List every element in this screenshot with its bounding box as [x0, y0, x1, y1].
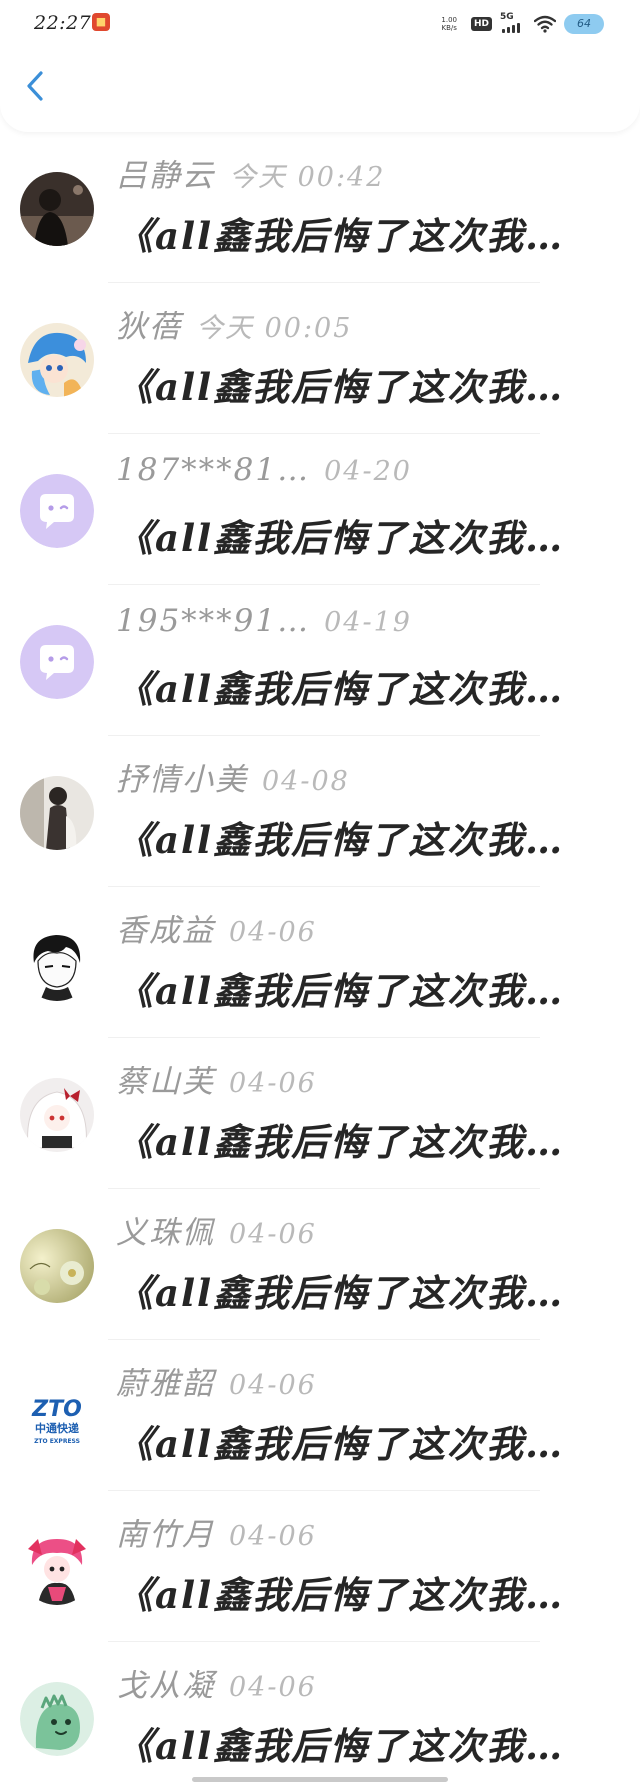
- comment-time: 04-06: [229, 1068, 317, 1099]
- comment-time: 04-06: [229, 1521, 317, 1552]
- commenter-name[interactable]: 吕静云: [116, 150, 215, 195]
- comment-page: 22:27 ■ 1.00 KB/s HD 5G 64 吕静云 今天 00:42 …: [0, 0, 640, 1788]
- comment-time: 04-19: [324, 607, 412, 638]
- avatar[interactable]: [20, 776, 94, 850]
- comment-message: 《all鑫我后悔了这次我…: [116, 214, 565, 258]
- home-indicator[interactable]: [192, 1777, 448, 1782]
- comment-message: 《all鑫我后悔了这次我…: [116, 365, 565, 409]
- comment-message: 《all鑫我后悔了这次我…: [116, 516, 565, 560]
- zto-en: ZTO EXPRESS: [34, 1438, 80, 1445]
- comment-time: 04-06: [229, 1219, 317, 1250]
- status-indicators: 1.00 KB/s HD 5G 64: [441, 12, 604, 36]
- zto-mark: ZTO: [31, 1397, 82, 1422]
- network-speed: 1.00 KB/s: [441, 16, 457, 32]
- avatar[interactable]: [20, 1229, 94, 1303]
- zto-logo-avatar[interactable]: ZTO 中通快递 ZTO EXPRESS: [20, 1380, 94, 1454]
- comment-message: 《all鑫我后悔了这次我…: [116, 667, 565, 711]
- comment-time: 今天 00:42: [229, 162, 386, 193]
- battery-indicator: 64: [564, 14, 604, 34]
- comment-time: 今天 00:05: [196, 313, 353, 344]
- comment-message: 《all鑫我后悔了这次我…: [116, 969, 565, 1013]
- network-type: 5G: [500, 12, 514, 22]
- back-button[interactable]: [20, 70, 50, 106]
- comment-row[interactable]: 蔡山芙 04-06 《all鑫我后悔了这次我…: [0, 1038, 640, 1189]
- comment-time: 04-08: [262, 766, 350, 797]
- default-avatar[interactable]: [20, 625, 94, 699]
- cellular-signal-icon: 5G: [500, 12, 526, 34]
- zto-cn: 中通快递: [35, 1421, 79, 1435]
- comment-time: 04-06: [229, 917, 317, 948]
- commenter-name[interactable]: 义珠佩: [116, 1207, 215, 1252]
- commenter-name[interactable]: 195***91…: [116, 603, 310, 639]
- comment-row[interactable]: 义珠佩 04-06 《all鑫我后悔了这次我…: [0, 1189, 640, 1340]
- status-bar: 22:27 ■ 1.00 KB/s HD 5G 64: [0, 0, 640, 50]
- comment-message: 《all鑫我后悔了这次我…: [116, 1271, 565, 1315]
- comment-message: 《all鑫我后悔了这次我…: [116, 1120, 565, 1164]
- comment-row[interactable]: 戈从凝 04-06 《all鑫我后悔了这次我…: [0, 1642, 640, 1788]
- commenter-name[interactable]: 蔡山芙: [116, 1056, 215, 1101]
- comment-row[interactable]: 狄蓓 今天 00:05 《all鑫我后悔了这次我…: [0, 283, 640, 434]
- comment-row[interactable]: 南竹月 04-06 《all鑫我后悔了这次我…: [0, 1491, 640, 1642]
- comment-message: 《all鑫我后悔了这次我…: [116, 818, 565, 862]
- comment-time: 04-20: [324, 456, 412, 487]
- comment-message: 《all鑫我后悔了这次我…: [116, 1573, 565, 1617]
- status-time: 22:27: [34, 12, 92, 34]
- avatar[interactable]: [20, 927, 94, 1001]
- avatar[interactable]: [20, 1531, 94, 1605]
- commenter-name[interactable]: 香成益: [116, 905, 215, 950]
- comment-row[interactable]: ZTO 中通快递 ZTO EXPRESS 蔚雅韶 04-06 《all鑫我后悔了…: [0, 1340, 640, 1491]
- header: 22:27 ■ 1.00 KB/s HD 5G 64: [0, 0, 640, 132]
- wifi-icon: [534, 15, 556, 33]
- comment-message: 《all鑫我后悔了这次我…: [116, 1724, 565, 1768]
- comment-message: 《all鑫我后悔了这次我…: [116, 1422, 565, 1466]
- avatar[interactable]: [20, 1078, 94, 1152]
- commenter-name[interactable]: 狄蓓: [116, 301, 182, 346]
- comment-row[interactable]: 抒情小美 04-08 《all鑫我后悔了这次我…: [0, 736, 640, 887]
- commenter-name[interactable]: 戈从凝: [116, 1660, 215, 1705]
- comment-time: 04-06: [229, 1672, 317, 1703]
- comment-time: 04-06: [229, 1370, 317, 1401]
- avatar[interactable]: [20, 172, 94, 246]
- hd-badge: HD: [470, 17, 492, 31]
- commenter-name[interactable]: 蔚雅韶: [116, 1358, 215, 1403]
- comment-row[interactable]: 187***81… 04-20 《all鑫我后悔了这次我…: [0, 434, 640, 585]
- comment-row[interactable]: 195***91… 04-19 《all鑫我后悔了这次我…: [0, 585, 640, 736]
- default-avatar[interactable]: [20, 474, 94, 548]
- comment-row[interactable]: 香成益 04-06 《all鑫我后悔了这次我…: [0, 887, 640, 1038]
- network-speed-unit: KB/s: [441, 24, 457, 32]
- chevron-left-icon: [25, 70, 45, 106]
- comment-list: 吕静云 今天 00:42 《all鑫我后悔了这次我… 狄蓓 今天 00:05 《…: [0, 132, 640, 1788]
- commenter-name[interactable]: 南竹月: [116, 1509, 215, 1554]
- app-notification-icon: ■: [92, 13, 110, 31]
- commenter-name[interactable]: 抒情小美: [116, 754, 248, 799]
- comment-row[interactable]: 吕静云 今天 00:42 《all鑫我后悔了这次我…: [0, 132, 640, 283]
- network-speed-value: 1.00: [441, 16, 457, 24]
- avatar[interactable]: [20, 1682, 94, 1756]
- avatar[interactable]: [20, 323, 94, 397]
- commenter-name[interactable]: 187***81…: [116, 452, 310, 488]
